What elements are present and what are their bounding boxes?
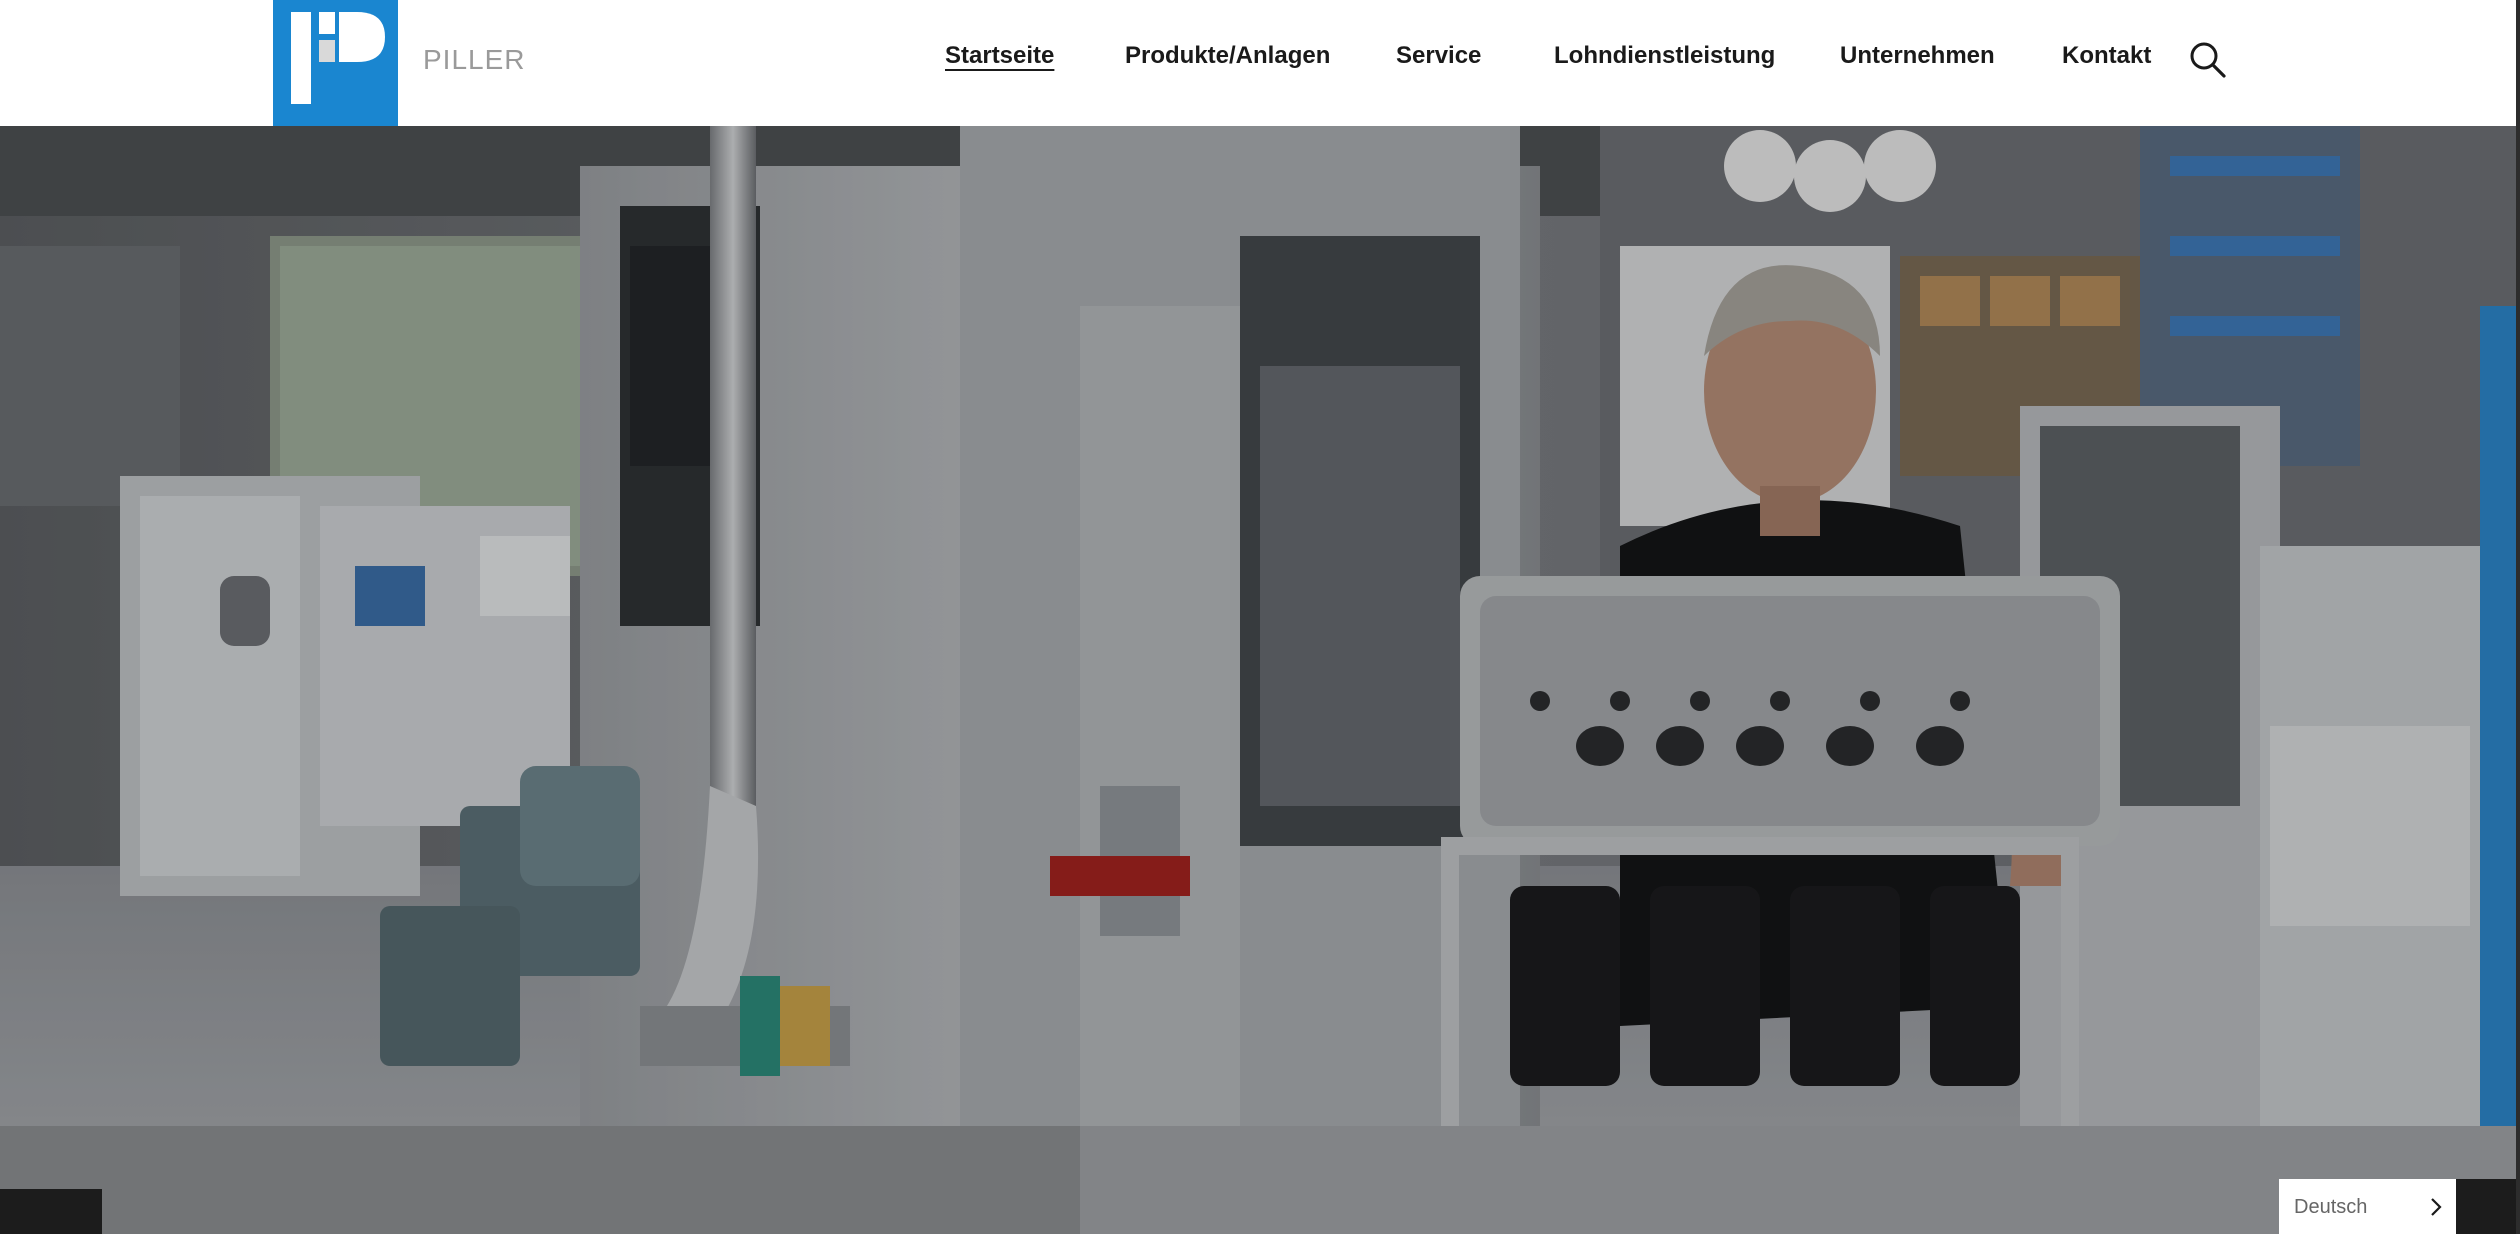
hero-image <box>0 126 2516 1234</box>
corner-tab[interactable] <box>0 1189 102 1234</box>
nav-item-startseite[interactable]: Startseite <box>945 42 1054 70</box>
language-select-edge <box>2456 1179 2516 1234</box>
nav-item-produkte-anlagen[interactable]: Produkte/Anlagen <box>1125 42 1330 70</box>
brand-name: PILLER <box>423 44 526 75</box>
logo-link[interactable] <box>273 0 398 126</box>
nav-item-lohndienstleistung[interactable]: Lohndienstleistung <box>1554 42 1775 70</box>
page: PILLER Startseite Produkte/Anlagen Servi… <box>0 0 2520 1234</box>
chevron-right-icon <box>2431 1198 2442 1216</box>
language-label: Deutsch <box>2294 1196 2368 1218</box>
search-button[interactable] <box>2188 40 2228 80</box>
nav-item-unternehmen[interactable]: Unternehmen <box>1840 42 1995 70</box>
nav-item-service[interactable]: Service <box>1396 42 1481 70</box>
piller-logo-icon <box>273 0 398 126</box>
search-icon <box>2190 42 2226 78</box>
nav-item-kontakt[interactable]: Kontakt <box>2062 42 2151 70</box>
language-select[interactable]: Deutsch <box>2279 1179 2456 1234</box>
hero-overlay <box>0 126 2516 1234</box>
scrollbar-track[interactable] <box>2516 0 2520 1234</box>
site-header: PILLER Startseite Produkte/Anlagen Servi… <box>0 0 2516 126</box>
